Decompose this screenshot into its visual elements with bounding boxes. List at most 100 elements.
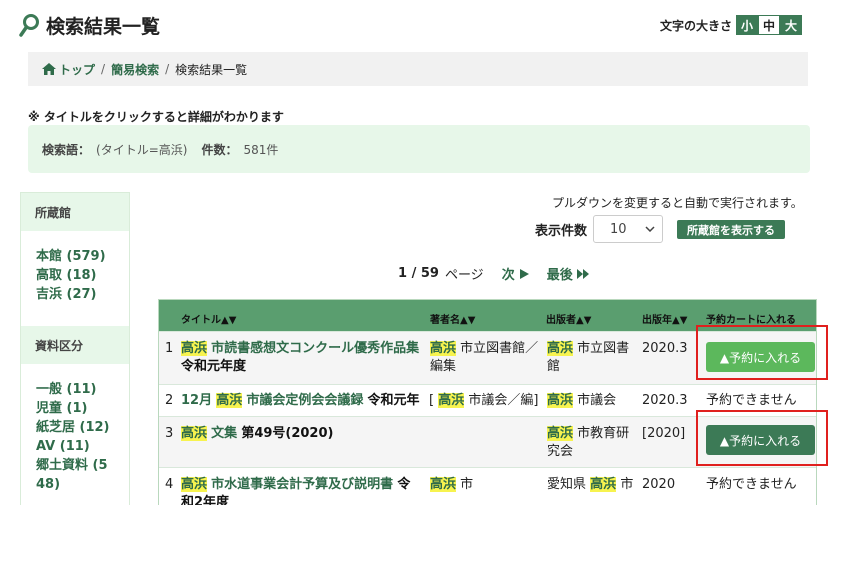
home-icon: [42, 63, 56, 75]
row-number: 2: [165, 393, 174, 408]
highlight-term: 高浜: [438, 393, 465, 408]
breadcrumb-top-link[interactable]: トップ: [59, 61, 95, 78]
font-size-large-button[interactable]: 大: [780, 15, 803, 35]
title-link[interactable]: 12月 高浜 市議会定例会会議録 令和元年: [181, 392, 431, 410]
fast-forward-icon: [576, 268, 589, 279]
breadcrumb-separator: /: [101, 62, 106, 76]
holding-facet-title: 所蔵館: [21, 193, 129, 231]
title-link[interactable]: 高浜 文集 第49号(2020): [181, 425, 333, 443]
pager: 1 / 59 ページ 次 最後: [398, 264, 589, 283]
auto-run-hint: プルダウンを変更すると自動で実行されます。: [552, 196, 803, 210]
last-page-link[interactable]: 最後: [547, 264, 589, 283]
highlight-term: 高浜: [216, 393, 243, 408]
facet-item-kamishibai[interactable]: 紙芝居 (12): [36, 418, 129, 437]
count-value: 581件: [243, 142, 279, 157]
table-row: 4 高浜 市水道事業会計予算及び説明書 令 和2年度 高浜 市 愛知県 高浜 市…: [159, 467, 816, 505]
author-text: 市立図書館／: [460, 341, 539, 356]
per-page-select[interactable]: 10: [593, 215, 664, 243]
facet-item-local[interactable]: 郷土資料 (5 48): [36, 456, 129, 494]
facet-item-yoshihama[interactable]: 吉浜 (27): [36, 285, 129, 304]
highlight-term: 高浜: [181, 426, 208, 441]
publisher-prefix: 愛知県: [547, 477, 587, 492]
chevron-down-icon: [645, 226, 655, 232]
title-volume: 令和元年度: [181, 359, 247, 374]
row-number: 1: [165, 341, 174, 356]
unavailable-text: 予約できません: [706, 393, 797, 408]
author-cell: [ 高浜 市議会／編]: [429, 392, 538, 410]
font-size-medium-button[interactable]: 中: [758, 15, 781, 35]
page-title: 検索結果一覧: [46, 16, 161, 38]
title-volume: 第49号(2020): [241, 426, 334, 441]
holding-facet-list: 本館 (579) 高取 (18) 吉浜 (27): [21, 231, 129, 326]
facet-sidebar: 所蔵館 本館 (579) 高取 (18) 吉浜 (27) 資料区分 一般 (11…: [20, 192, 130, 505]
year-cell: 2020.3: [642, 393, 688, 408]
category-facet-list: 一般 (11) 児童 (1) 紙芝居 (12) AV (11) 郷土資料 (5 …: [21, 364, 129, 516]
facet-item-av[interactable]: AV (11): [36, 437, 129, 456]
magnifier-icon: [19, 13, 39, 37]
breadcrumb-current: 検索結果一覧: [175, 62, 248, 77]
last-page-label: 最後: [546, 268, 573, 283]
sort-publisher-header[interactable]: 出版者▲▼: [546, 311, 591, 326]
query-label: 検索語：: [42, 142, 91, 157]
next-page-link[interactable]: 次: [502, 264, 529, 283]
year-cell: 2020.3: [642, 341, 688, 356]
highlight-box: [696, 410, 828, 466]
facet-item-children[interactable]: 児童 (1): [36, 399, 129, 418]
category-facet-title: 資料区分: [21, 326, 129, 364]
row-number: 4: [165, 477, 174, 492]
page-indicator: 1 / 59: [398, 266, 439, 281]
unavailable-text: 予約できません: [706, 477, 797, 492]
title-volume-cont: 和2年度: [181, 495, 230, 505]
sort-title-header[interactable]: タイトル▲▼: [181, 311, 236, 326]
title-link[interactable]: 高浜 市水道事業会計予算及び説明書 令 和2年度: [181, 476, 431, 505]
publisher-cell: 愛知県 高浜 市: [547, 476, 633, 494]
highlight-term: 高浜: [181, 477, 208, 492]
publisher-text: 市: [620, 477, 634, 492]
author-cell: 高浜 市: [430, 476, 473, 494]
publisher-text-cont: 究会: [547, 444, 574, 459]
facet-item-general[interactable]: 一般 (11): [36, 380, 129, 399]
publisher-text: 市教育研: [577, 426, 630, 441]
title-text: 市読書感想文コンクール優秀作品集: [211, 341, 420, 356]
title-volume: 令: [397, 477, 411, 492]
count-label: 件数：: [201, 142, 238, 157]
highlight-term: 高浜: [547, 393, 574, 408]
publisher-cell: 高浜 市立図書 館: [547, 340, 639, 376]
breadcrumb-simple-search-link[interactable]: 簡易検索: [111, 61, 159, 78]
title-text: 文集: [211, 426, 238, 441]
highlight-term: 高浜: [590, 477, 617, 492]
sort-author-header[interactable]: 著者名▲▼: [430, 311, 475, 326]
per-page-control: 表示件数 10: [535, 215, 664, 243]
per-page-value: 10: [610, 221, 627, 237]
title-text: 市議会定例会会議録: [246, 393, 364, 408]
sort-year-header[interactable]: 出版年▲▼: [642, 311, 687, 326]
click-title-notice: ※ タイトルをクリックすると詳細がわかります: [28, 110, 284, 124]
facet-item-honkan[interactable]: 本館 (579): [36, 247, 129, 266]
facet-item-takatori[interactable]: 高取 (18): [36, 266, 129, 285]
highlight-term: 高浜: [547, 426, 574, 441]
year-cell: 2020: [642, 477, 676, 492]
cart-header: 予約カートに入れる: [706, 315, 796, 326]
breadcrumb: トップ / 簡易検索 / 検索結果一覧: [28, 52, 808, 86]
play-icon: [519, 268, 529, 279]
show-library-button[interactable]: 所蔵館を表示する: [677, 220, 785, 239]
publisher-cell: 高浜 市教育研 究会: [547, 425, 639, 461]
title-link[interactable]: 高浜 市読書感想文コンクール優秀作品集 令和元年度: [181, 340, 421, 376]
next-page-label: 次: [501, 268, 515, 283]
page-word: ページ: [444, 268, 484, 283]
author-text: 市議会／編]: [468, 393, 539, 408]
publisher-text: 市議会: [577, 393, 617, 408]
title-prefix: 12月: [181, 393, 213, 408]
year-cell: [2020]: [642, 426, 686, 441]
breadcrumb-separator: /: [165, 62, 170, 76]
highlight-term: 高浜: [181, 341, 208, 356]
font-size-switcher: 文字の大きさ 小 中 大: [660, 15, 803, 35]
author-role: 編集: [430, 359, 457, 374]
row-number: 3: [165, 426, 174, 441]
page-header: 検索結果一覧: [18, 12, 160, 39]
highlight-term: 高浜: [430, 341, 457, 356]
font-size-small-button[interactable]: 小: [736, 15, 759, 35]
font-size-label: 文字の大きさ: [660, 18, 733, 33]
per-page-label: 表示件数: [535, 223, 588, 239]
highlight-term: 高浜: [547, 341, 574, 356]
